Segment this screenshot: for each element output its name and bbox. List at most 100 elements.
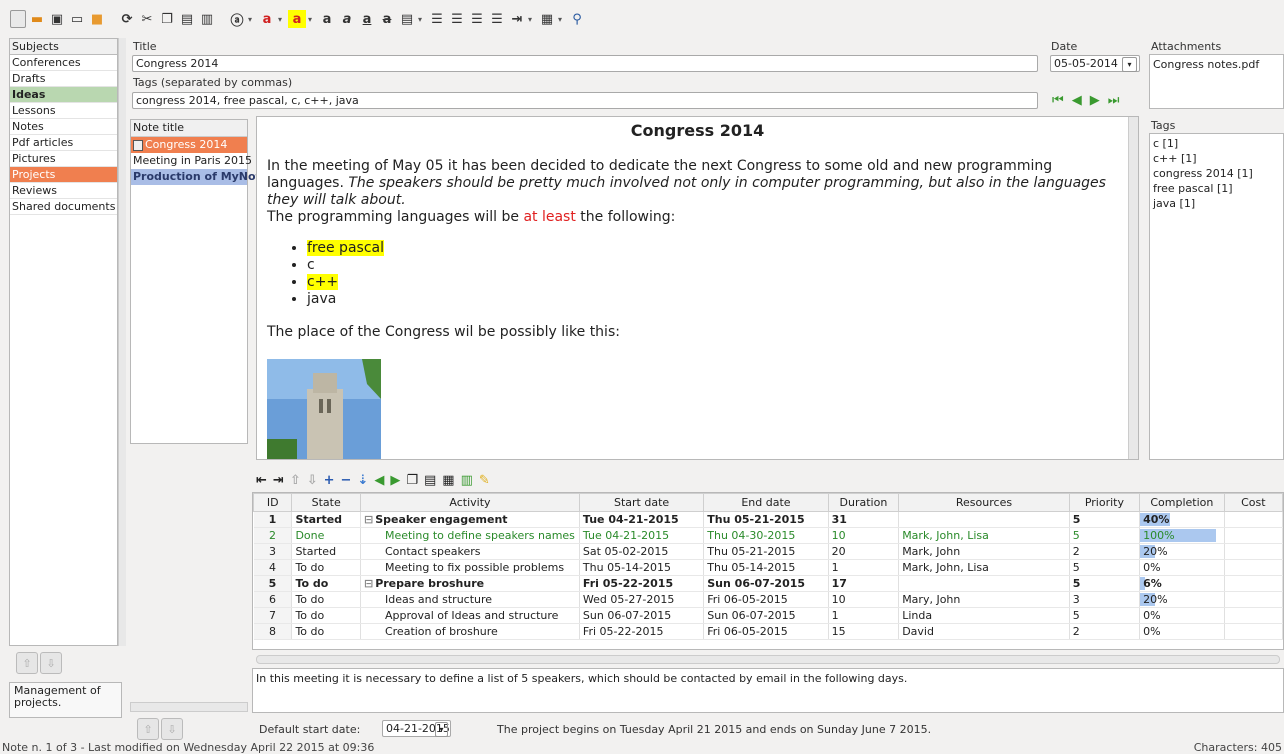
cell-completion[interactable]: 40% <box>1139 511 1225 528</box>
column-header[interactable]: Resources <box>898 493 1070 512</box>
note-editor[interactable]: Congress 2014 In the meeting of May 05 i… <box>256 116 1139 460</box>
cell-activity[interactable]: ⊟ Speaker engagement <box>360 511 580 528</box>
default-start-picker[interactable]: 04-21-2015 ▾ <box>382 720 451 737</box>
tag-item[interactable]: java [1] <box>1153 196 1280 211</box>
cell-resources[interactable]: Mary, John <box>898 591 1070 608</box>
cell-end[interactable]: Thu 05-21-2015 <box>703 511 829 528</box>
cell-completion[interactable]: 100% <box>1139 527 1225 544</box>
notes-hscrollbar[interactable] <box>130 702 248 712</box>
cell-completion[interactable]: 0% <box>1139 623 1225 640</box>
cell-resources[interactable] <box>898 575 1070 592</box>
tag-item[interactable]: c++ [1] <box>1153 151 1280 166</box>
subject-item-pdf-articles[interactable]: Pdf articles <box>10 135 117 151</box>
subject-item-reviews[interactable]: Reviews <box>10 183 117 199</box>
book-icon[interactable]: ■ <box>88 10 106 28</box>
cell-activity[interactable]: ⊟ Prepare broshure <box>360 575 580 592</box>
align-right-icon[interactable]: ☰ <box>468 10 486 28</box>
date-picker[interactable]: 05-05-2014 ▾ <box>1050 55 1140 72</box>
note-item[interactable]: Congress 2014 <box>131 137 247 153</box>
cell-state[interactable]: Done <box>291 527 361 544</box>
cell-completion[interactable]: 0% <box>1139 559 1225 576</box>
cell-resources[interactable] <box>898 511 1070 528</box>
note-item[interactable]: Production of MyNotex <box>131 169 275 185</box>
cell-resources[interactable]: David <box>898 623 1070 640</box>
tags-input[interactable]: congress 2014, free pascal, c, c++, java <box>132 92 1038 109</box>
cell-priority[interactable]: 5 <box>1069 559 1141 576</box>
cell-priority[interactable]: 5 <box>1069 607 1141 624</box>
open-folder-icon[interactable]: ▬ <box>28 10 46 28</box>
cell-duration[interactable]: 1 <box>828 559 900 576</box>
cell-end[interactable]: Thu 05-21-2015 <box>703 543 829 560</box>
cell-activity[interactable]: Meeting to define speakers names <box>360 527 580 544</box>
cell-priority[interactable]: 5 <box>1069 575 1141 592</box>
tag-item[interactable]: c [1] <box>1153 136 1280 151</box>
column-header[interactable]: End date <box>703 493 829 512</box>
table-row[interactable]: 6 To do Ideas and structure Wed 05-27-2015 F… <box>253 591 1283 608</box>
cell-state[interactable]: Started <box>291 543 361 560</box>
activity-description[interactable]: In this meeting it is necessary to defin… <box>252 668 1284 713</box>
chevron-down-icon[interactable]: ▾ <box>278 15 286 24</box>
cell-priority[interactable]: 2 <box>1069 623 1141 640</box>
cell-priority[interactable]: 5 <box>1069 527 1141 544</box>
cell-completion[interactable]: 6% <box>1139 575 1225 592</box>
note-item[interactable]: Meeting in Paris 2015 <box>131 153 252 169</box>
next-record-icon[interactable]: ▶ <box>1090 93 1100 108</box>
cell-cost[interactable] <box>1224 591 1283 608</box>
cell-id[interactable]: 6 <box>253 591 293 608</box>
cell-cost[interactable] <box>1224 559 1283 576</box>
cell-start[interactable]: Fri 05-22-2015 <box>579 575 705 592</box>
cut-icon[interactable]: ✂ <box>138 10 156 28</box>
cell-priority[interactable]: 5 <box>1069 511 1141 528</box>
move-up-icon[interactable]: ⇧ <box>290 473 301 488</box>
paste-special-icon[interactable]: ▥ <box>198 10 216 28</box>
chevron-down-icon[interactable]: ▾ <box>558 15 566 24</box>
cell-end[interactable]: Thu 05-14-2015 <box>703 559 829 576</box>
column-header[interactable]: State <box>291 493 361 512</box>
first-record-icon[interactable]: ⏮ <box>1052 93 1064 108</box>
save-icon[interactable]: ▣ <box>48 10 66 28</box>
cell-end[interactable]: Fri 06-05-2015 <box>703 591 829 608</box>
table-row[interactable]: 8 To do Creation of broshure Fri 05-22-2015… <box>253 623 1283 640</box>
move-down-button[interactable]: ⇩ <box>161 718 183 740</box>
chevron-down-icon[interactable]: ▾ <box>528 15 536 24</box>
align-center-icon[interactable]: ☰ <box>448 10 466 28</box>
column-header[interactable]: Completion <box>1139 493 1225 512</box>
cell-activity[interactable]: Ideas and structure <box>360 591 580 608</box>
cell-duration[interactable]: 10 <box>828 527 900 544</box>
cell-id[interactable]: 4 <box>253 559 293 576</box>
align-justify-icon[interactable]: ☰ <box>488 10 506 28</box>
search-icon[interactable]: ⚲ <box>568 10 586 28</box>
subject-item-ideas[interactable]: Ideas <box>10 87 117 103</box>
strikethrough-icon[interactable]: a <box>378 10 396 28</box>
move-down-icon[interactable]: ⇩ <box>307 473 318 488</box>
add-row-icon[interactable]: + <box>324 473 335 488</box>
previous-record-icon[interactable]: ◀ <box>1072 93 1082 108</box>
indent-icon[interactable]: ⇥ <box>273 473 284 488</box>
align-left-icon[interactable]: ☰ <box>428 10 446 28</box>
cell-state[interactable]: To do <box>291 623 361 640</box>
cell-id[interactable]: 7 <box>253 607 293 624</box>
editor-scrollbar[interactable] <box>1128 117 1138 459</box>
cell-activity[interactable]: Contact speakers <box>360 543 580 560</box>
text-color-icon[interactable]: a <box>258 10 276 28</box>
clear-icon[interactable]: ✎ <box>479 473 490 488</box>
tag-item[interactable]: congress 2014 [1] <box>1153 166 1280 181</box>
highlight-color-icon[interactable]: a <box>288 10 306 28</box>
cell-state[interactable]: To do <box>291 559 361 576</box>
chevron-down-icon[interactable]: ▾ <box>435 722 448 737</box>
insert-icon[interactable]: ▦ <box>538 10 556 28</box>
move-up-button[interactable]: ⇧ <box>137 718 159 740</box>
cell-cost[interactable] <box>1224 527 1283 544</box>
cell-id[interactable]: 1 <box>253 511 293 528</box>
outdent-icon[interactable]: ⇤ <box>256 473 267 488</box>
cell-cost[interactable] <box>1224 511 1283 528</box>
cell-activity[interactable]: Approval of Ideas and structure <box>360 607 580 624</box>
cell-resources[interactable]: Mark, John, Lisa <box>898 527 1070 544</box>
cell-cost[interactable] <box>1224 575 1283 592</box>
subject-item-shared-documents[interactable]: Shared documents <box>10 199 117 215</box>
new-file-icon[interactable] <box>10 10 26 28</box>
cell-state[interactable]: Started <box>291 511 361 528</box>
chevron-down-icon[interactable]: ▾ <box>418 15 426 24</box>
chevron-down-icon[interactable]: ▾ <box>1122 57 1137 72</box>
paste-icon[interactable]: ▤ <box>178 10 196 28</box>
